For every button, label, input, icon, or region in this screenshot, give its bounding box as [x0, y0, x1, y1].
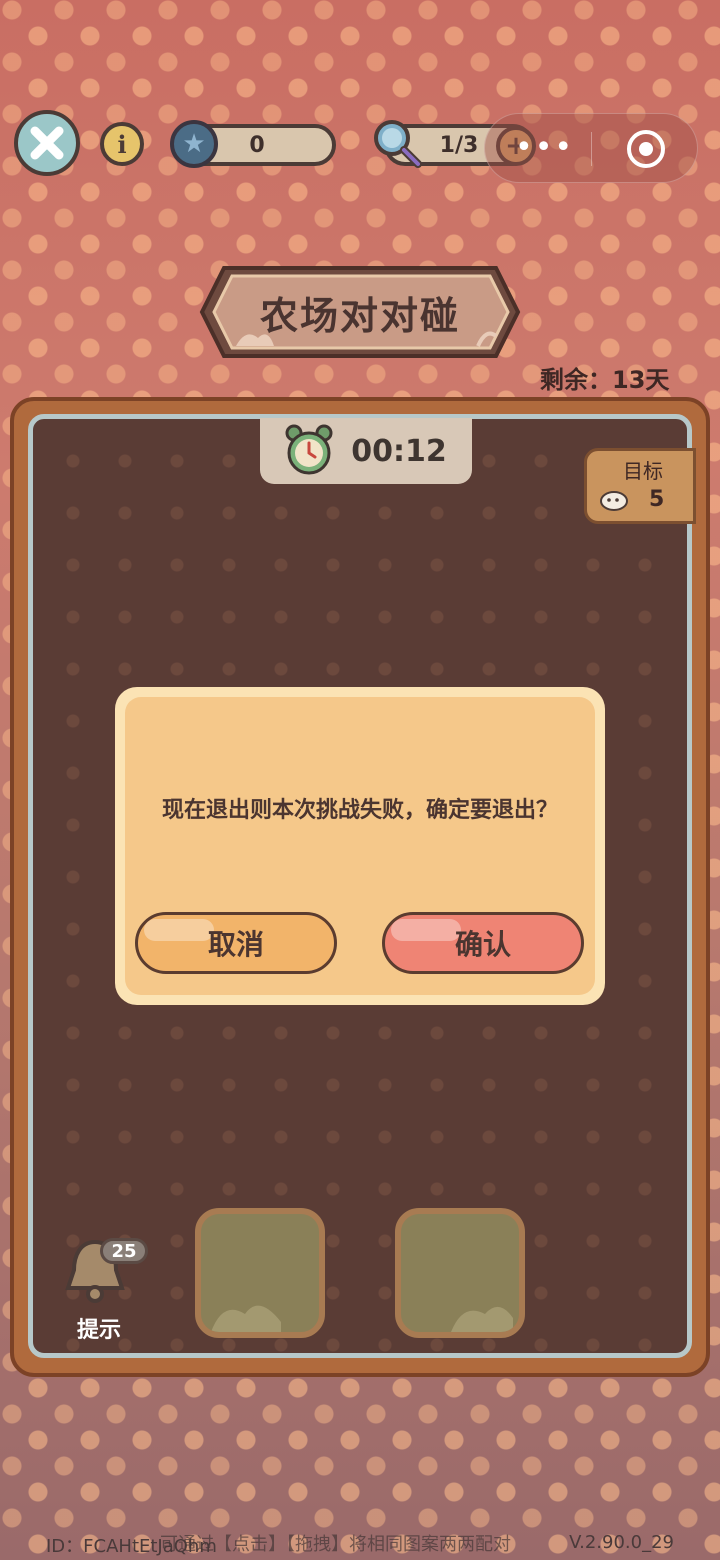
button-gloss — [144, 919, 214, 941]
footer: ID：FCAHtEtJaQhm 可通过【点击】【拖拽】将相同图案两两配对 V.2… — [0, 1522, 720, 1560]
button-gloss — [391, 919, 461, 941]
confirm-label: 确认 — [454, 928, 511, 961]
instruction-tip: 可通过【点击】【拖拽】将相同图案两两配对 — [160, 1534, 511, 1555]
dialog-message: 现在退出则本次挑战失败，确定要退出？ — [161, 798, 558, 823]
cancel-button[interactable]: 取消 — [135, 912, 337, 974]
cancel-label: 取消 — [207, 928, 264, 961]
version-label: V.2.90.0_29 — [569, 1532, 674, 1553]
confirm-button[interactable]: 确认 — [382, 912, 584, 974]
